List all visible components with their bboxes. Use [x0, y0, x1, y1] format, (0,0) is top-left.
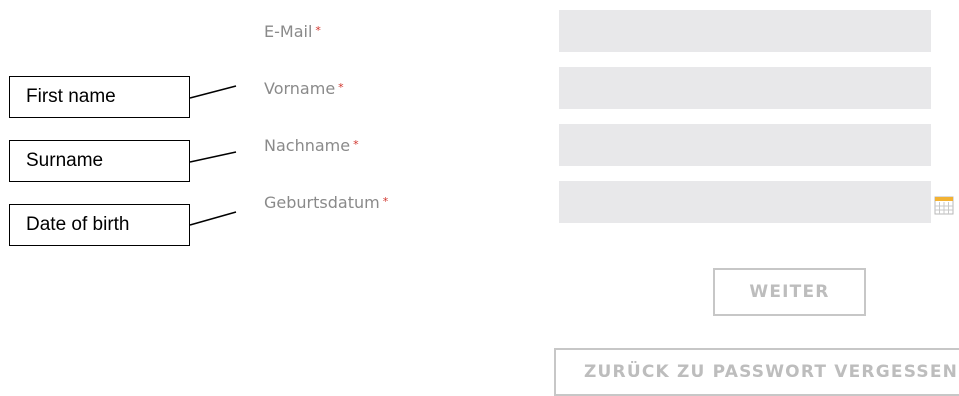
back-to-forgot-password-button[interactable]: ZURÜCK ZU PASSWORT VERGESSEN [554, 348, 959, 396]
first-name-label-text: Vorname [264, 79, 336, 98]
connector-first-name [189, 85, 237, 99]
annotation-first-name: First name [9, 76, 190, 118]
first-name-label: Vorname * [264, 79, 344, 99]
required-marker: * [353, 138, 359, 151]
birthdate-label-text: Geburtsdatum [264, 193, 380, 212]
email-field[interactable] [559, 10, 931, 52]
required-marker: * [338, 81, 344, 94]
birthdate-field[interactable] [559, 181, 931, 223]
required-marker: * [382, 195, 389, 208]
connector-date-of-birth [189, 211, 237, 226]
surname-field[interactable] [559, 124, 931, 166]
annotation-surname: Surname [9, 140, 190, 182]
first-name-field[interactable] [559, 67, 931, 109]
surname-label: Nachname * [264, 136, 359, 156]
connector-surname [189, 151, 237, 163]
annotation-date-of-birth: Date of birth [9, 204, 190, 246]
next-button[interactable]: WEITER [713, 268, 866, 316]
email-label-text: E-Mail [264, 22, 313, 41]
email-label: E-Mail * [264, 22, 321, 42]
required-marker: * [315, 24, 321, 37]
calendar-icon[interactable] [933, 194, 955, 216]
birthdate-label: Geburtsdatum * [264, 193, 388, 213]
surname-label-text: Nachname [264, 136, 351, 155]
